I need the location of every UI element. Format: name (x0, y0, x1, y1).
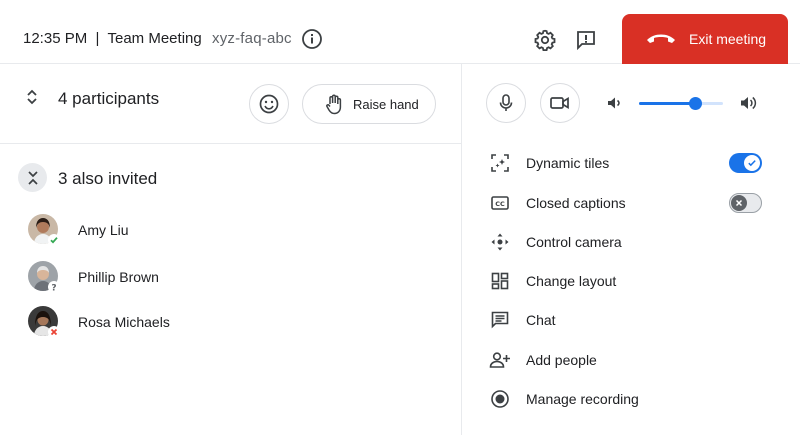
volume-slider[interactable] (639, 94, 723, 112)
volume-low-icon (605, 94, 623, 112)
check-icon (748, 160, 756, 167)
toggle-knob (731, 195, 747, 211)
participants-panel: 4 participants Raise hand 3 also invited… (0, 64, 461, 435)
person-name: Rosa Michaels (78, 314, 170, 330)
invited-person-row[interactable]: Rosa Michaels (28, 306, 448, 340)
menu-item-control-camera[interactable]: Control camera (489, 229, 779, 255)
menu-item-add-people[interactable]: Add people (489, 347, 779, 373)
emoji-reaction-button[interactable] (249, 84, 289, 124)
menu-item-change-layout[interactable]: Change layout (489, 268, 779, 294)
camera-icon (550, 96, 569, 110)
closed-captions-icon: CC (489, 192, 511, 214)
microphone-icon (499, 94, 513, 111)
raise-hand-label: Raise hand (353, 96, 419, 112)
exit-meeting-label: Exit meeting (689, 31, 767, 47)
closed-captions-toggle[interactable] (729, 193, 762, 213)
expand-collapse-icon[interactable] (24, 88, 40, 106)
invited-count: 3 also invited (58, 169, 158, 188)
close-icon (735, 199, 743, 207)
menu-item-label: Closed captions (526, 195, 626, 211)
meeting-header: 12:35 PM | Team Meeting xyz-faq-abc Exit… (0, 0, 800, 64)
toggle-knob (744, 155, 760, 171)
gear-icon[interactable] (533, 28, 557, 52)
hang-up-icon (644, 28, 678, 50)
invited-person-row[interactable]: ? Phillip Brown (28, 261, 448, 295)
exit-meeting-button[interactable]: Exit meeting (622, 14, 788, 64)
menu-item-label: Chat (526, 312, 556, 328)
layout-icon (489, 270, 511, 292)
collapse-icon (27, 170, 38, 185)
menu-item-label: Control camera (526, 234, 622, 250)
status-maybe-icon: ? (48, 281, 60, 293)
camera-button[interactable] (540, 83, 580, 123)
emoji-icon (259, 94, 279, 114)
svg-text:?: ? (51, 284, 56, 293)
add-people-icon (489, 349, 511, 371)
status-declined-icon (48, 326, 60, 338)
dynamic-tiles-icon (489, 152, 511, 174)
invited-person-row[interactable]: Amy Liu (28, 214, 448, 248)
chat-icon (489, 309, 511, 331)
person-name: Phillip Brown (78, 269, 159, 285)
volume-high-icon (739, 93, 759, 113)
svg-text:CC: CC (495, 200, 505, 208)
feedback-icon[interactable] (574, 28, 598, 52)
section-divider (0, 143, 461, 144)
dynamic-tiles-toggle[interactable] (729, 153, 762, 173)
meeting-time-title: 12:35 PM | Team Meeting (23, 30, 202, 47)
menu-item-manage-recording[interactable]: Manage recording (489, 386, 779, 412)
record-icon (489, 388, 511, 410)
slider-thumb[interactable] (688, 97, 702, 110)
menu-item-label: Add people (526, 352, 597, 368)
info-icon[interactable] (301, 28, 323, 50)
slider-fill (639, 102, 696, 105)
meeting-code: xyz-faq-abc (212, 30, 292, 47)
menu-item-chat[interactable]: Chat (489, 307, 779, 333)
raise-hand-button[interactable]: Raise hand (302, 84, 436, 124)
microphone-button[interactable] (486, 83, 526, 123)
menu-item-label: Dynamic tiles (526, 155, 610, 171)
status-accepted-icon (48, 234, 60, 246)
menu-item-label: Change layout (526, 273, 617, 289)
invited-collapse-button[interactable] (18, 163, 47, 192)
hand-icon (323, 93, 345, 115)
participants-count: 4 participants (58, 89, 160, 108)
menu-item-label: Manage recording (526, 391, 639, 407)
person-name: Amy Liu (78, 222, 129, 238)
pane-divider (461, 64, 462, 435)
control-camera-icon (489, 231, 511, 253)
